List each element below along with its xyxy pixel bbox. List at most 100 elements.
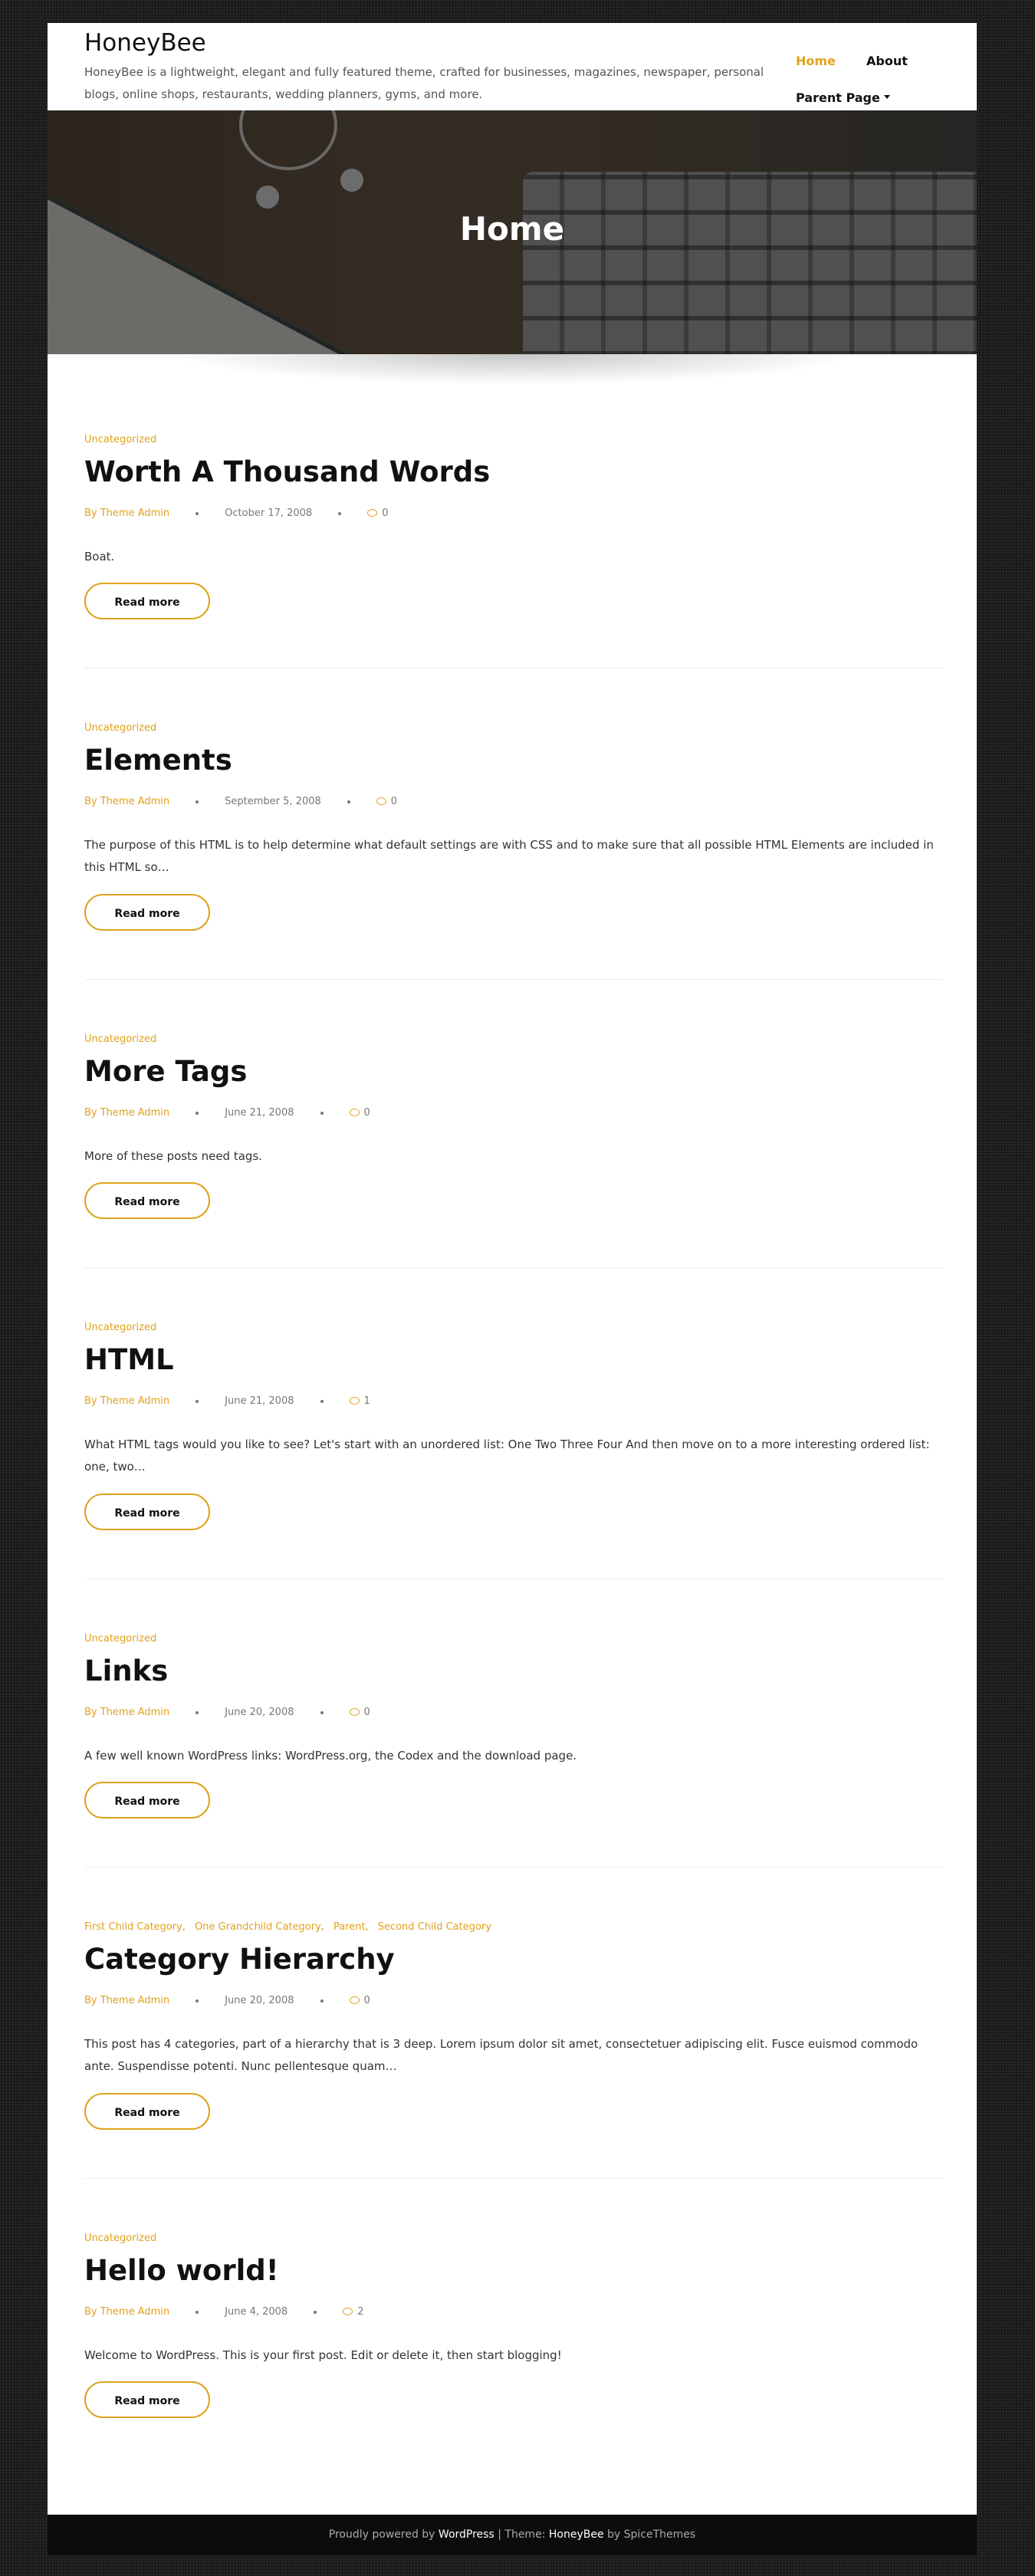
comment-icon [349, 1707, 360, 1716]
nav-item-home[interactable]: Home [796, 54, 836, 68]
post-author[interactable]: By Theme Admin [84, 508, 169, 519]
post-date[interactable]: June 21, 2008 [225, 1395, 294, 1407]
meta-separator [320, 1999, 324, 2003]
post-comments-count[interactable]: 0 [364, 1707, 370, 1718]
meta-separator [196, 1399, 199, 1403]
post-excerpt: More of these posts need tags. [84, 1149, 263, 1163]
category-link[interactable]: Uncategorized [84, 434, 156, 445]
comment-icon [343, 2307, 353, 2315]
post-categories: Uncategorized [84, 434, 166, 445]
comment-icon [349, 1108, 360, 1116]
post-title[interactable]: HTML [84, 1343, 174, 1376]
post-categories: Uncategorized [84, 1633, 166, 1644]
page-hero: Home [48, 110, 977, 354]
read-more-button[interactable]: Read more [84, 2381, 210, 2418]
page-title: Home [459, 210, 565, 248]
post-divider [84, 2178, 943, 2179]
category-link[interactable]: Uncategorized [84, 722, 156, 734]
post-title[interactable]: Worth A Thousand Words [84, 455, 490, 488]
nav-item-parent-page-label: Parent Page [796, 90, 880, 105]
post-excerpt: A few well known WordPress links: WordPr… [84, 1749, 577, 1763]
post-excerpt: What HTML tags would you like to see? Le… [84, 1438, 930, 1474]
post-title[interactable]: Category Hierarchy [84, 1943, 395, 1976]
post-categories: Uncategorized [84, 722, 166, 734]
category-link[interactable]: Uncategorized [84, 1033, 156, 1045]
post-author[interactable]: By Theme Admin [84, 2306, 169, 2318]
footer-powered-text: Proudly powered by [328, 2528, 435, 2541]
comment-icon [376, 797, 386, 805]
post-date[interactable]: June 21, 2008 [225, 1107, 294, 1119]
read-more-button[interactable]: Read more [84, 2093, 210, 2130]
post-date[interactable]: June 4, 2008 [225, 2306, 288, 2318]
post-excerpt: Welcome to WordPress. This is your first… [84, 2348, 562, 2362]
site-container: HoneyBee HoneyBee is a lightweight, eleg… [48, 23, 977, 2555]
chevron-down-icon [883, 95, 890, 99]
post-meta: By Theme Admin June 21, 2008 0 [84, 1107, 370, 1119]
meta-separator [314, 2310, 317, 2314]
comment-icon [367, 508, 378, 517]
meta-separator [196, 2310, 199, 2314]
hero-shadow [170, 354, 860, 385]
read-more-button[interactable]: Read more [84, 1493, 210, 1530]
category-link[interactable]: Uncategorized [84, 1633, 156, 1644]
footer-theme-text: Theme: [504, 2528, 546, 2541]
read-more-button[interactable]: Read more [84, 894, 210, 931]
post-title[interactable]: Links [84, 1654, 168, 1687]
post-date[interactable]: October 17, 2008 [225, 508, 312, 519]
category-link[interactable]: First Child Category, [84, 1921, 186, 1933]
post-excerpt: This post has 4 categories, part of a hi… [84, 2037, 918, 2073]
post-title[interactable]: Hello world! [84, 2254, 279, 2287]
post-comments-count[interactable]: 0 [391, 796, 397, 807]
meta-separator [320, 1399, 324, 1403]
footer-by-text: by SpiceThemes [607, 2528, 696, 2541]
post-author[interactable]: By Theme Admin [84, 1395, 169, 1407]
post-date[interactable]: September 5, 2008 [225, 796, 321, 807]
post-title[interactable]: More Tags [84, 1055, 247, 1088]
post-comments-count[interactable]: 1 [364, 1395, 370, 1407]
post-date[interactable]: June 20, 2008 [225, 1995, 294, 2006]
post-title[interactable]: Elements [84, 744, 232, 777]
post-divider [84, 1267, 943, 1268]
site-title[interactable]: HoneyBee [84, 29, 206, 57]
meta-separator [196, 511, 199, 515]
footer-theme-link[interactable]: HoneyBee [549, 2528, 604, 2541]
meta-separator [196, 1999, 199, 2003]
category-link[interactable]: Uncategorized [84, 2233, 156, 2244]
post-meta: By Theme Admin September 5, 2008 0 [84, 796, 397, 807]
footer-wordpress-link[interactable]: WordPress [439, 2528, 495, 2541]
nav-item-about[interactable]: About [866, 54, 908, 68]
post-excerpt: The purpose of this HTML is to help dete… [84, 838, 934, 874]
post-excerpt: Boat. [84, 550, 115, 564]
post-divider [84, 668, 943, 669]
category-link[interactable]: Parent, [334, 1921, 369, 1933]
post-author[interactable]: By Theme Admin [84, 1107, 169, 1119]
site-description: HoneyBee is a lightweight, elegant and f… [84, 65, 764, 101]
read-more-button[interactable]: Read more [84, 1782, 210, 1819]
post-comments-count[interactable]: 0 [364, 1107, 370, 1119]
post-meta: By Theme Admin June 20, 2008 0 [84, 1707, 370, 1718]
meta-separator [196, 1111, 199, 1115]
meta-separator [347, 800, 350, 803]
comment-icon [349, 1996, 360, 2004]
post-comments-count[interactable]: 0 [364, 1995, 370, 2006]
category-link[interactable]: Uncategorized [84, 1322, 156, 1333]
meta-separator [320, 1111, 324, 1115]
category-link[interactable]: One Grandchild Category, [195, 1921, 324, 1933]
read-more-button[interactable]: Read more [84, 1182, 210, 1219]
post-categories: First Child Category, One Grandchild Cate… [84, 1921, 501, 1933]
category-link[interactable]: Second Child Category [378, 1921, 491, 1933]
comment-icon [349, 1396, 360, 1405]
post-author[interactable]: By Theme Admin [84, 796, 169, 807]
meta-separator [320, 1710, 324, 1714]
post-categories: Uncategorized [84, 1033, 166, 1045]
post-comments-count[interactable]: 2 [357, 2306, 363, 2318]
post-divider [84, 979, 943, 980]
post-comments-count[interactable]: 0 [382, 508, 388, 519]
post-author[interactable]: By Theme Admin [84, 1995, 169, 2006]
site-footer: Proudly powered by WordPress | Theme: Ho… [48, 2515, 977, 2555]
meta-separator [338, 511, 342, 515]
read-more-button[interactable]: Read more [84, 583, 210, 619]
post-date[interactable]: June 20, 2008 [225, 1707, 294, 1718]
post-author[interactable]: By Theme Admin [84, 1707, 169, 1718]
nav-item-parent-page[interactable]: Parent Page [796, 90, 890, 105]
